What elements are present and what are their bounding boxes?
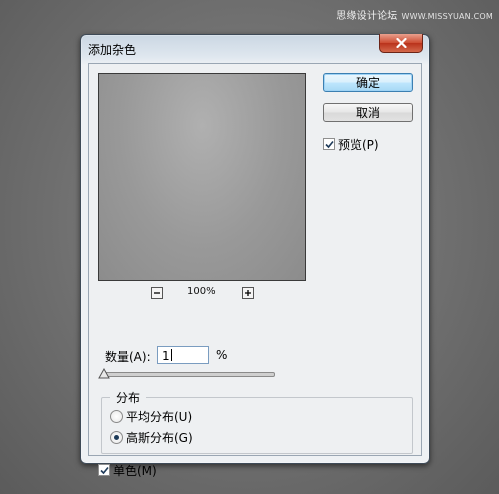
checkmark-icon	[99, 466, 109, 474]
zoom-controls: 100%	[151, 286, 261, 301]
close-button[interactable]	[379, 34, 423, 53]
ok-button[interactable]: 确定	[323, 73, 413, 92]
distribution-group: 分布 平均分布(U) 高斯分布(G)	[101, 389, 413, 454]
gaussian-radio[interactable]	[110, 431, 123, 444]
title-bar[interactable]: 添加杂色	[81, 34, 429, 63]
cancel-button[interactable]: 取消	[323, 103, 413, 122]
amount-value: 1	[162, 349, 170, 363]
plus-icon	[245, 290, 251, 296]
gaussian-label: 高斯分布(G)	[126, 431, 193, 445]
dialog-body: 100% 确定 取消 预览(P) 数量(A): 1 % 分布 平均分布(U) 高…	[88, 63, 422, 478]
preview-label: 预览(P)	[338, 138, 379, 152]
amount-unit: %	[216, 348, 228, 362]
zoom-level: 100%	[187, 286, 216, 297]
dialog-title: 添加杂色	[88, 43, 137, 57]
amount-input[interactable]: 1	[157, 346, 209, 364]
monochromatic-label: 单色(M)	[113, 464, 157, 478]
preview-area[interactable]	[98, 73, 306, 281]
minus-icon	[154, 292, 160, 294]
watermark-site: WWW.MISSYUAN.COM	[401, 12, 493, 21]
zoom-in-button[interactable]	[242, 287, 254, 299]
watermark-text: 思缘设计论坛	[336, 11, 398, 22]
uniform-label: 平均分布(U)	[126, 410, 193, 424]
watermark: 思缘设计论坛 WWW.MISSYUAN.COM	[336, 7, 493, 22]
amount-label: 数量(A):	[105, 350, 151, 364]
distribution-title: 分布	[110, 389, 147, 406]
preview-checkbox[interactable]	[323, 138, 335, 150]
add-noise-dialog: 添加杂色 100% 确定 取消 预览(P) 数量(A): 1 % 分布 平均分布…	[80, 34, 430, 478]
uniform-radio[interactable]	[110, 410, 123, 423]
amount-slider[interactable]	[103, 372, 275, 377]
close-icon	[395, 38, 407, 48]
checkmark-icon	[324, 140, 334, 148]
monochromatic-checkbox[interactable]	[98, 464, 110, 476]
zoom-out-button[interactable]	[151, 287, 163, 299]
triangle-thumb-icon[interactable]	[98, 368, 110, 380]
